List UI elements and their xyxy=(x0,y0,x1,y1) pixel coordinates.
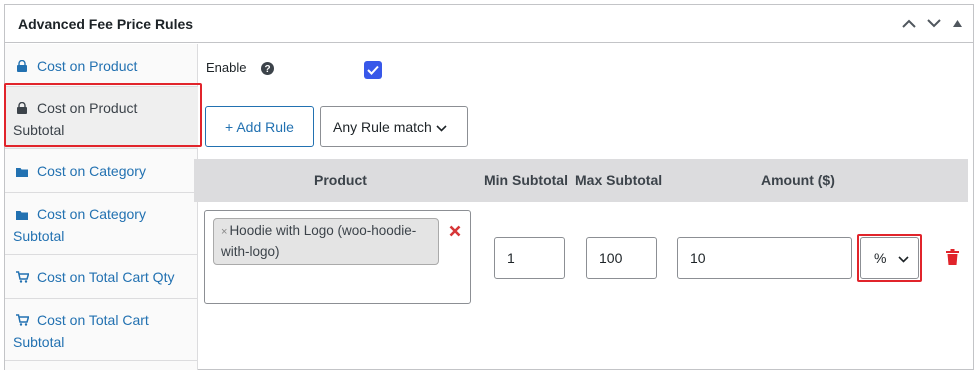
enable-label: Enable xyxy=(206,60,247,75)
rule-match-select[interactable]: Any Rule match xyxy=(320,106,468,147)
sidebar-item-cost-on-category-subtotal[interactable]: Cost on Category Subtotal xyxy=(5,193,198,255)
amount-input[interactable]: 10 xyxy=(677,237,852,279)
rule-match-select-value: Any Rule match xyxy=(333,118,432,135)
close-icon[interactable] xyxy=(449,224,461,237)
enable-checkbox[interactable] xyxy=(364,61,382,79)
token-remove-button[interactable]: × xyxy=(221,226,227,238)
triangle-up-icon[interactable] xyxy=(948,14,966,32)
basket-icon xyxy=(16,57,32,78)
column-header-min-subtotal: Min Subtotal xyxy=(484,172,568,188)
sidebar-item-cost-on-total-cart-qty[interactable]: Cost on Total Cart Qty xyxy=(5,255,198,299)
product-token-label: Hoodie with Logo (woo-hoodie-with-logo) xyxy=(221,223,417,259)
chevron-down-icon xyxy=(898,250,910,266)
folder-icon xyxy=(16,162,32,183)
cart-icon xyxy=(16,268,32,289)
panel-header: Advanced Fee Price Rules xyxy=(5,5,973,43)
sidebar-item-label: Cost on Product xyxy=(37,58,138,74)
checkmark-icon xyxy=(367,65,379,75)
sidebar-item-cost-on-total-cart-subtotal[interactable]: Cost on Total Cart Subtotal xyxy=(5,299,198,361)
sidebar-item-label: Cost on Total Cart Qty xyxy=(37,269,175,285)
sidebar-item-cost-on-category[interactable]: Cost on Category xyxy=(5,149,198,193)
column-header-amount: Amount ($) xyxy=(761,172,835,188)
min-subtotal-input[interactable]: 1 xyxy=(494,237,565,279)
chevron-down-icon xyxy=(436,119,447,135)
sidebar-item-label: Cost on Category xyxy=(37,163,146,179)
sidebar-item-cost-on-product[interactable]: Cost on Product xyxy=(5,44,198,87)
product-select-field[interactable]: × Hoodie with Logo (woo-hoodie-with-logo) xyxy=(204,210,471,304)
amount-type-select[interactable]: % xyxy=(860,237,919,279)
column-header-product: Product xyxy=(314,172,367,188)
chevron-down-icon[interactable] xyxy=(925,14,943,32)
add-rule-button[interactable]: + Add Rule xyxy=(205,106,314,147)
panel-title: Advanced Fee Price Rules xyxy=(18,16,194,32)
trash-icon[interactable] xyxy=(946,249,959,265)
sidebar-item-cost-on-product-subtotal[interactable]: Cost on Product Subtotal xyxy=(5,87,198,149)
chevron-up-icon[interactable] xyxy=(900,14,918,32)
sidebar-item-label: Cost on Category Subtotal xyxy=(13,206,146,244)
column-header-max-subtotal: Max Subtotal xyxy=(575,172,663,188)
svg-text:?: ? xyxy=(264,64,270,75)
sidebar-item-label: Cost on Total Cart Subtotal xyxy=(13,312,149,350)
max-subtotal-input[interactable]: 100 xyxy=(586,237,657,279)
amount-type-value: % xyxy=(874,250,887,266)
help-icon[interactable]: ? xyxy=(261,62,274,75)
basket-icon xyxy=(16,99,32,120)
cart-icon xyxy=(16,311,32,332)
rules-table-header: Product Min Subtotal Max Subtotal Amount… xyxy=(194,159,968,202)
product-token: × Hoodie with Logo (woo-hoodie-with-logo) xyxy=(213,218,439,265)
sidebar-nav: Cost on Product Cost on Product Subtotal… xyxy=(5,44,198,370)
folder-icon xyxy=(16,205,32,226)
